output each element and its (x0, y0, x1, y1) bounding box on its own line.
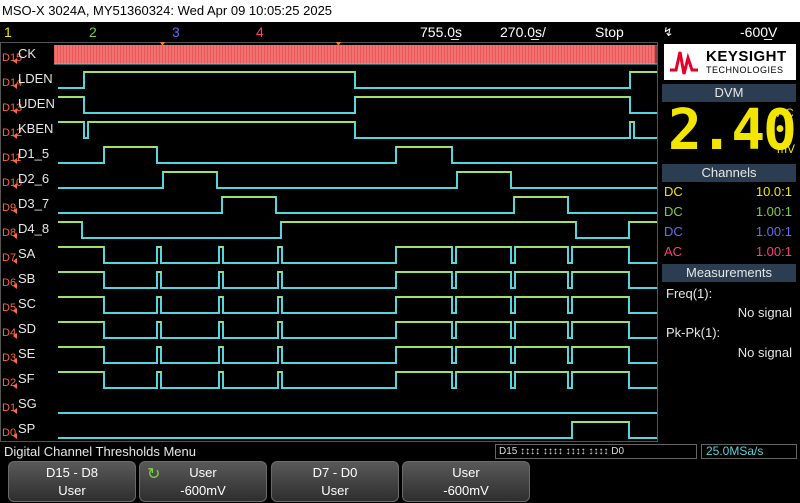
digital-trace (58, 296, 657, 314)
delay-readout[interactable]: 270.0̲s/ (500, 22, 546, 42)
channel-name-label: SE (18, 346, 36, 361)
channel-probe-ratio: 1.00:1 (755, 204, 792, 219)
measurement-value: No signal (737, 345, 792, 360)
channel-4-indicator[interactable]: 4 (256, 22, 264, 42)
digital-trace (58, 421, 657, 439)
title-text: MSO-X 3024A, MY51360324: Wed Apr 09 10:0… (2, 3, 333, 18)
channel-id-label: D1 (2, 402, 16, 414)
channel-id-label: D5 (2, 302, 16, 314)
softkey-label: D15 - D8 (45, 465, 99, 480)
channel-name-label: SG (18, 396, 37, 411)
channel-coupling: DC (664, 224, 683, 239)
measurement-label: Freq(1): (666, 286, 713, 301)
dvm-readout: 2.40 AC mV (662, 98, 797, 164)
measurement-value: No signal (737, 305, 792, 320)
measurement-label: Pk-Pk(1): (666, 325, 721, 340)
channel-coupling: DC (664, 204, 683, 219)
measurements-heading: Measurements (662, 264, 796, 282)
dvm-value: 2.40 (668, 98, 797, 163)
channel-probe-ratio: 10.0:1 (755, 184, 792, 199)
channel-name-label: SC (18, 296, 36, 311)
brand-name: KEYSIGHT (706, 48, 787, 65)
waveform-display[interactable]: D15 CK D14 LDEN D13 UDEN D12 KBEN D11 D1_5 D10 D2_6… (0, 42, 660, 442)
softkey-label: D7 - D0 (312, 465, 358, 480)
digital-trace (58, 146, 657, 164)
channel-id-label: D8 (2, 227, 16, 239)
channel-name-label: SB (18, 271, 35, 286)
digital-trace (58, 321, 657, 339)
channels-heading: Channels (662, 164, 796, 182)
channel-id-label: D2 (2, 377, 16, 389)
channel-name-label: LDEN (18, 71, 53, 86)
threshold-level-d15-d8-button[interactable]: ↻ User -600mV (139, 461, 267, 502)
channel-name-label: KBEN (18, 121, 53, 136)
trigger-level[interactable]: -600̲V (740, 22, 777, 42)
digital-trace (58, 246, 657, 264)
softkey-value: -600mV (443, 483, 489, 498)
channel-row[interactable]: DC 10.0:1 (663, 183, 795, 201)
softkey-value: -600mV (180, 483, 226, 498)
channel-id-label: D7 (2, 252, 16, 264)
graticule-border (0, 42, 658, 442)
channel-2-indicator[interactable]: 2 (89, 22, 97, 42)
channel-coupling: DC (664, 184, 683, 199)
trigger-slope-icon: ↯ (663, 25, 674, 39)
channel-name-label: D2_6 (18, 171, 49, 186)
dvm-unit: mV (777, 142, 795, 156)
channel-name-label: D3_7 (18, 196, 49, 211)
threshold-group-d15-d8-button[interactable]: D15 - D8 User (8, 461, 136, 502)
softkey-label: User (452, 465, 480, 480)
digital-waveforms: D15CKD14LDEND13UDEND12KBEND11D1_5D10D2_6… (0, 42, 658, 442)
channel-id-label: D0 (2, 427, 16, 439)
digital-trace (58, 196, 657, 214)
channel-probe-ratio: 1.00:1 (755, 224, 792, 239)
threshold-level-d7-d0-button[interactable]: User -600mV (402, 461, 530, 502)
digital-trace (58, 96, 657, 114)
channel-name-label: D4_8 (18, 221, 49, 236)
channel-name-label: SA (18, 246, 36, 261)
channel-1-indicator[interactable]: 1 (4, 22, 12, 42)
channel-name-label: UDEN (18, 96, 55, 111)
clock-trace (54, 45, 655, 64)
channel-3-indicator[interactable]: 3 (172, 22, 180, 42)
digital-trace (58, 346, 657, 364)
channel-name-label: SD (18, 321, 36, 336)
digital-trace (58, 71, 657, 89)
channel-name-label: SP (18, 421, 35, 436)
channel-name-label: D1_5 (18, 146, 49, 161)
threshold-group-d7-d0-button[interactable]: D7 - D0 User (271, 461, 399, 502)
title-bar: MSO-X 3024A, MY51360324: Wed Apr 09 10:0… (0, 0, 800, 22)
channel-row[interactable]: AC 1.00:1 (663, 243, 795, 261)
softkey-value: User (321, 483, 349, 498)
channel-probe-ratio: 1.00:1 (755, 244, 792, 259)
brand-subtitle: TECHNOLOGIES (706, 65, 784, 75)
clock-edges (55, 45, 657, 64)
digital-trace (58, 271, 657, 289)
digital-trace (58, 221, 657, 239)
digital-trace (58, 171, 657, 189)
channel-name-label: SF (18, 371, 35, 386)
channel-row[interactable]: DC 1.00:1 (663, 203, 795, 221)
softkey-label: User (189, 465, 217, 480)
run-state: Stop (595, 24, 624, 40)
menu-title: Digital Channel Thresholds Menu (4, 444, 196, 459)
channel-row[interactable]: DC 1.00:1 (663, 223, 795, 241)
timebase-readout[interactable]: 755.0̲s (420, 22, 462, 42)
digital-trace (58, 121, 657, 139)
channel-activity-indicator: D15 ↕↕↕↕ ↕↕↕↕ ↕↕↕↕ ↕↕↕↕ D0 (495, 444, 697, 459)
menu-bar: Digital Channel Thresholds Menu D15 ↕↕↕↕… (0, 443, 800, 460)
dvm-coupling: AC (777, 106, 794, 120)
channel-id-label: D9 (2, 202, 16, 214)
channel-id-label: D6 (2, 277, 16, 289)
status-bar: 1 2 3 4 755.0̲s 270.0̲s/ Stop ↯ -600̲V (0, 22, 800, 42)
channel-id-label: D4 (2, 327, 16, 339)
digital-trace (58, 371, 657, 389)
channel-id-label: D3 (2, 352, 16, 364)
channel-coupling: AC (664, 244, 683, 259)
channel-name-label: CK (18, 46, 36, 61)
sample-rate: 25.0MSa/s (701, 444, 797, 459)
keysight-logo: KEYSIGHT TECHNOLOGIES (664, 44, 796, 80)
softkey-value: User (58, 483, 86, 498)
